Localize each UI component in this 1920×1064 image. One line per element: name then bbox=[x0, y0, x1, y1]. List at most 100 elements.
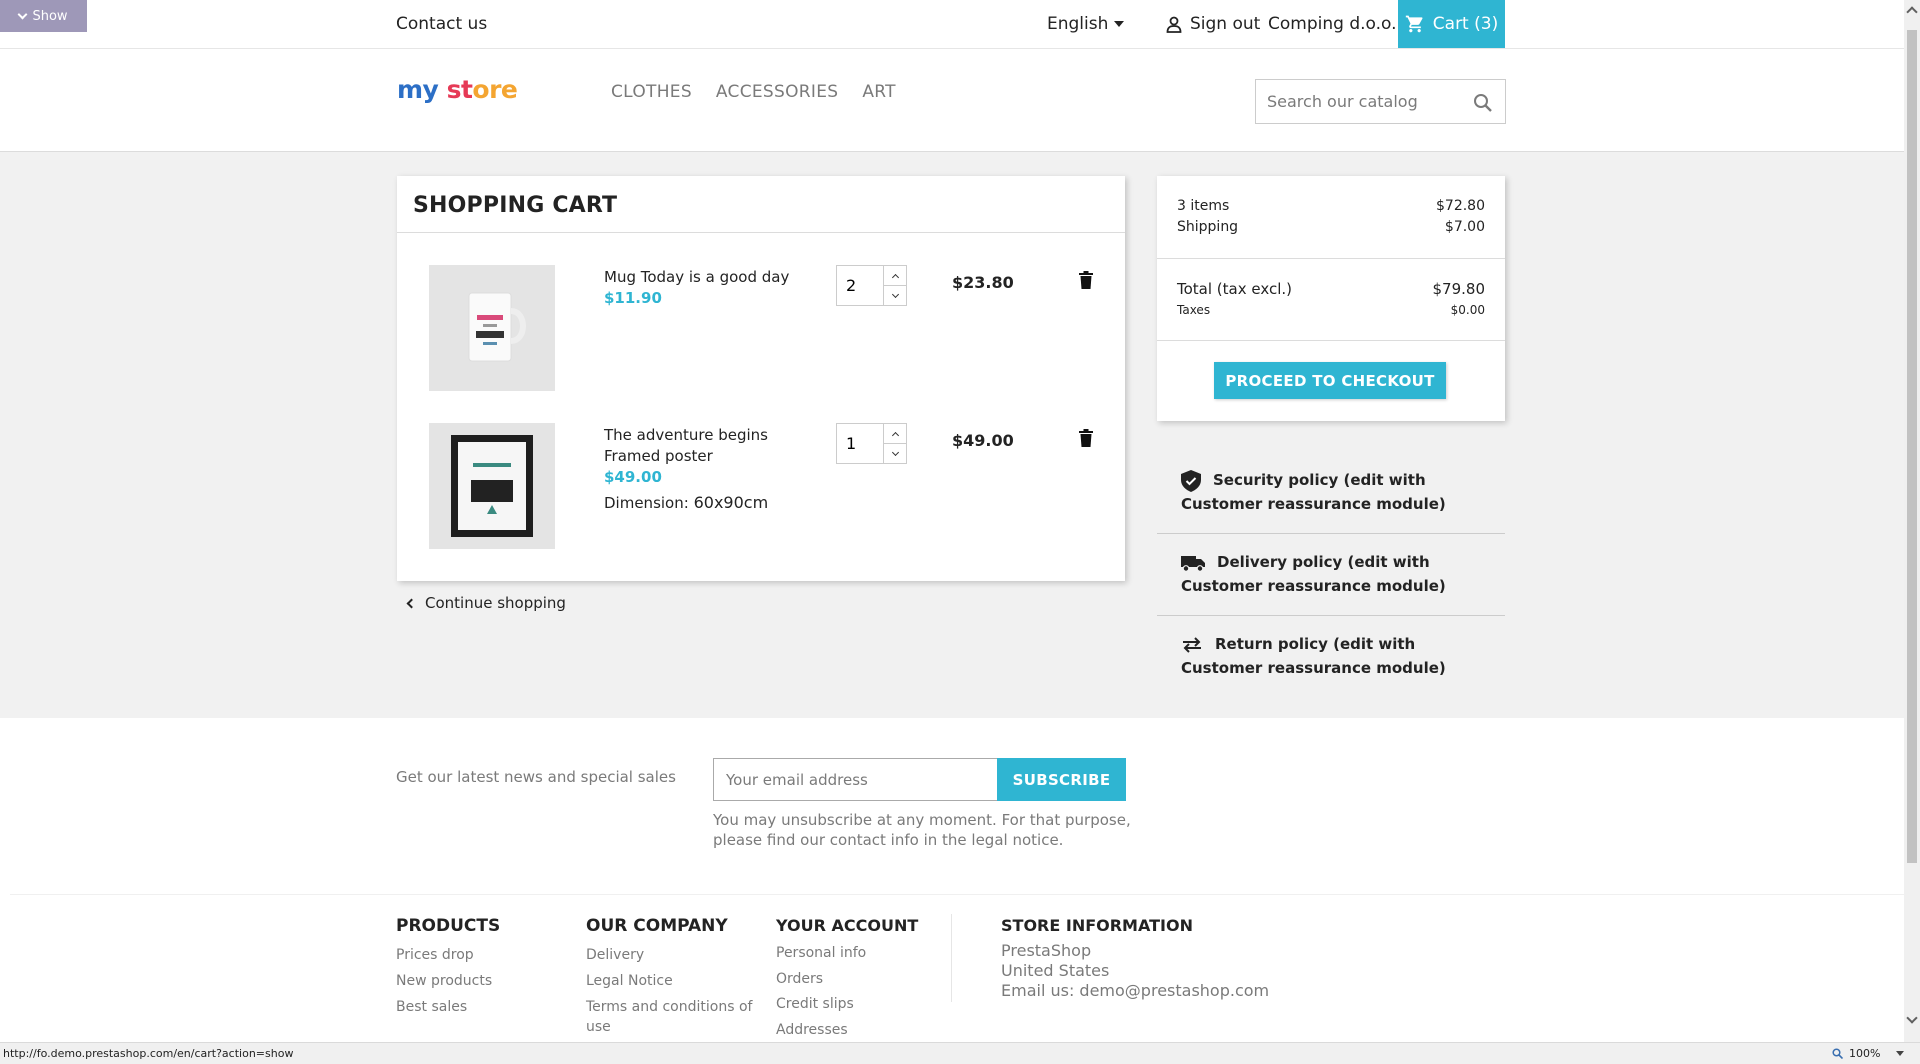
delivery-policy-text: Delivery policy (edit with Customer reas… bbox=[1181, 553, 1446, 595]
total-label: Total (tax excl.) bbox=[1177, 280, 1292, 298]
divider bbox=[10, 894, 1904, 895]
reassurance-block: Security policy (edit with Customer reas… bbox=[1157, 452, 1505, 697]
security-policy-item: Security policy (edit with Customer reas… bbox=[1157, 452, 1505, 534]
quantity-up-button[interactable] bbox=[884, 266, 906, 285]
product-name[interactable]: Mug Today is a good day bbox=[604, 267, 824, 288]
footer-link[interactable]: Legal Notice bbox=[586, 968, 756, 994]
quantity-stepper bbox=[836, 423, 907, 464]
scroll-up-icon[interactable] bbox=[1906, 6, 1918, 18]
magnifier-icon bbox=[1832, 1048, 1843, 1059]
divider bbox=[1157, 258, 1505, 259]
chevron-up-icon bbox=[891, 431, 899, 439]
store-line: PrestaShop bbox=[1001, 941, 1092, 960]
debug-show-label: Show bbox=[32, 8, 68, 24]
shopping-cart-panel: SHOPPING CART Mug Today is a good day $1… bbox=[397, 176, 1125, 581]
user-icon bbox=[1166, 16, 1182, 33]
continue-shopping-link[interactable]: Continue shopping bbox=[404, 594, 566, 612]
cart-button[interactable]: Cart (3) bbox=[1398, 0, 1505, 48]
footer-link[interactable]: Prices drop bbox=[396, 942, 500, 968]
product-info: Mug Today is a good day $11.90 bbox=[604, 267, 824, 309]
mug-image bbox=[429, 265, 555, 391]
chevron-down-icon bbox=[891, 290, 899, 298]
search-icon[interactable] bbox=[1473, 93, 1493, 113]
quantity-input[interactable] bbox=[837, 266, 883, 305]
footer-account-title[interactable]: YOUR ACCOUNT bbox=[776, 916, 918, 935]
cart-label: Cart (3) bbox=[1432, 14, 1499, 34]
footer-company-title: OUR COMPANY bbox=[586, 916, 728, 936]
quantity-down-button[interactable] bbox=[884, 443, 906, 463]
newsletter-text: Get our latest news and special sales bbox=[396, 768, 676, 786]
quantity-down-button[interactable] bbox=[884, 285, 906, 305]
poster-image bbox=[429, 423, 555, 549]
attribute-value: 60x90cm bbox=[693, 493, 769, 512]
footer-products-column: PRODUCTS Prices drop New products Best s… bbox=[396, 916, 500, 1020]
taxes-value: $0.00 bbox=[1450, 303, 1485, 317]
footer-products-title: PRODUCTS bbox=[396, 916, 501, 936]
account-name-link[interactable]: Comping d.o.o. bbox=[1268, 14, 1397, 34]
line-total: $23.80 bbox=[952, 273, 1014, 292]
contact-us-link[interactable]: Contact us bbox=[396, 14, 487, 34]
cart-icon bbox=[1405, 15, 1423, 33]
summary-total-row: Total (tax excl.) $79.80 bbox=[1177, 280, 1485, 298]
nav-accessories[interactable]: ACCESSORIES bbox=[716, 82, 838, 102]
sign-out-link[interactable]: Sign out bbox=[1166, 14, 1260, 34]
footer-link[interactable]: Personal info bbox=[776, 941, 918, 967]
search-box bbox=[1255, 79, 1506, 124]
nav-clothes[interactable]: CLOTHES bbox=[611, 82, 692, 102]
nav-art[interactable]: ART bbox=[862, 82, 896, 102]
language-selector[interactable]: English bbox=[1047, 14, 1125, 34]
swap-arrows-icon bbox=[1183, 636, 1201, 653]
store-line: United States bbox=[1001, 961, 1110, 980]
trash-icon[interactable] bbox=[1079, 429, 1093, 447]
trash-icon[interactable] bbox=[1079, 271, 1093, 289]
zoom-control[interactable]: 100% bbox=[1832, 1047, 1905, 1060]
footer-link[interactable]: Orders bbox=[776, 967, 918, 993]
proceed-to-checkout-button[interactable]: PROCEED TO CHECKOUT bbox=[1214, 362, 1446, 399]
footer-link[interactable]: Terms and conditions of use bbox=[586, 994, 756, 1037]
footer-link[interactable]: Best sales bbox=[396, 994, 500, 1020]
shipping-value: $7.00 bbox=[1444, 219, 1485, 235]
browser-status-bar: http://fo.demo.prestashop.com/en/cart?ac… bbox=[0, 1042, 1920, 1064]
scrollbar-thumb[interactable] bbox=[1907, 30, 1917, 863]
shipping-label: Shipping bbox=[1177, 219, 1239, 235]
sign-out-label: Sign out bbox=[1190, 14, 1261, 34]
product-price: $49.00 bbox=[604, 468, 662, 486]
scroll-down-icon[interactable] bbox=[1906, 1012, 1918, 1024]
product-thumbnail[interactable] bbox=[429, 423, 555, 549]
page-scrollbar[interactable] bbox=[1904, 0, 1920, 1042]
cart-item: The adventure begins Framed poster $49.0… bbox=[429, 423, 1109, 551]
attribute-label: Dimension: bbox=[604, 494, 689, 512]
chevron-up-icon bbox=[891, 273, 899, 281]
footer-link[interactable]: New products bbox=[396, 968, 500, 994]
subscribe-button[interactable]: SUBSCRIBE bbox=[997, 758, 1126, 801]
newsletter-field bbox=[713, 758, 998, 801]
summary-shipping-row: Shipping $7.00 bbox=[1177, 219, 1485, 235]
continue-shopping-label: Continue shopping bbox=[425, 594, 566, 612]
quantity-up-button[interactable] bbox=[884, 424, 906, 443]
total-value: $79.80 bbox=[1432, 280, 1486, 298]
top-bar: Contact us English Sign out Comping d.o.… bbox=[0, 0, 1904, 49]
shield-icon bbox=[1181, 469, 1201, 492]
quantity-input[interactable] bbox=[837, 424, 883, 463]
product-name[interactable]: The adventure begins Framed poster bbox=[604, 425, 824, 467]
search-input[interactable] bbox=[1256, 80, 1456, 123]
footer-link[interactable]: Addresses bbox=[776, 1018, 918, 1044]
divider bbox=[951, 914, 952, 1002]
language-label: English bbox=[1047, 14, 1109, 34]
email-input[interactable] bbox=[714, 759, 997, 800]
main-nav: CLOTHES ACCESSORIES ART bbox=[611, 82, 896, 102]
chevron-down-icon bbox=[891, 448, 899, 456]
store-email[interactable]: Email us: demo@prestashop.com bbox=[1001, 981, 1269, 1001]
logo-part-1: my bbox=[397, 75, 447, 104]
footer-link[interactable]: Delivery bbox=[586, 942, 756, 968]
summary-items-row: 3 items $72.80 bbox=[1177, 198, 1485, 214]
store-logo[interactable]: my store bbox=[397, 75, 518, 104]
cart-title: SHOPPING CART bbox=[413, 193, 618, 218]
footer-company-column: OUR COMPANY Delivery Legal Notice Terms … bbox=[586, 916, 756, 1037]
debug-show-button[interactable]: Show bbox=[0, 0, 87, 32]
product-info: The adventure begins Framed poster $49.0… bbox=[604, 425, 824, 514]
footer-link[interactable]: Credit slips bbox=[776, 992, 918, 1018]
zoom-level: 100% bbox=[1849, 1047, 1881, 1060]
line-total: $49.00 bbox=[952, 431, 1014, 450]
product-thumbnail[interactable] bbox=[429, 265, 555, 391]
